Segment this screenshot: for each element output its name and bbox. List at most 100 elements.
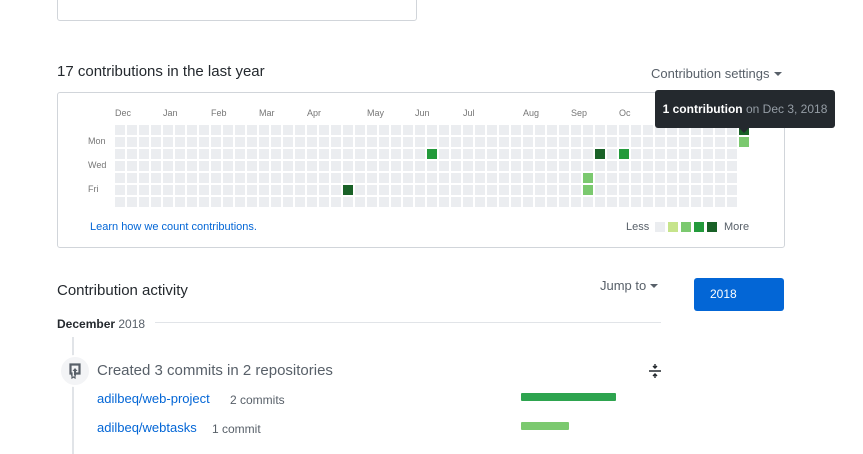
day-cell[interactable] — [163, 137, 173, 147]
day-cell[interactable] — [691, 173, 701, 183]
day-cell[interactable] — [667, 197, 677, 207]
day-cell[interactable] — [547, 137, 557, 147]
day-cell[interactable] — [451, 197, 461, 207]
day-cell[interactable] — [343, 185, 353, 195]
day-cell[interactable] — [151, 185, 161, 195]
day-cell[interactable] — [151, 197, 161, 207]
day-cell[interactable] — [235, 137, 245, 147]
day-cell[interactable] — [307, 161, 317, 171]
day-cell[interactable] — [319, 137, 329, 147]
day-cell[interactable] — [151, 125, 161, 135]
day-cell[interactable] — [379, 185, 389, 195]
day-cell[interactable] — [367, 197, 377, 207]
day-cell[interactable] — [727, 137, 737, 147]
day-cell[interactable] — [487, 173, 497, 183]
day-cell[interactable] — [187, 149, 197, 159]
day-cell[interactable] — [127, 173, 137, 183]
day-cell[interactable] — [271, 125, 281, 135]
day-cell[interactable] — [427, 185, 437, 195]
day-cell[interactable] — [559, 149, 569, 159]
day-cell[interactable] — [175, 173, 185, 183]
day-cell[interactable] — [703, 185, 713, 195]
day-cell[interactable] — [235, 197, 245, 207]
day-cell[interactable] — [499, 197, 509, 207]
day-cell[interactable] — [535, 125, 545, 135]
day-cell[interactable] — [655, 149, 665, 159]
day-cell[interactable] — [271, 197, 281, 207]
day-cell[interactable] — [691, 161, 701, 171]
day-cell[interactable] — [583, 173, 593, 183]
day-cell[interactable] — [655, 185, 665, 195]
day-cell[interactable] — [223, 173, 233, 183]
day-cell[interactable] — [283, 161, 293, 171]
day-cell[interactable] — [211, 149, 221, 159]
day-cell[interactable] — [631, 149, 641, 159]
day-cell[interactable] — [619, 197, 629, 207]
day-cell[interactable] — [679, 173, 689, 183]
day-cell[interactable] — [631, 125, 641, 135]
day-cell[interactable] — [235, 161, 245, 171]
day-cell[interactable] — [415, 185, 425, 195]
day-cell[interactable] — [259, 185, 269, 195]
day-cell[interactable] — [271, 137, 281, 147]
day-cell[interactable] — [475, 161, 485, 171]
day-cell[interactable] — [367, 173, 377, 183]
day-cell[interactable] — [547, 161, 557, 171]
day-cell[interactable] — [487, 185, 497, 195]
day-cell[interactable] — [523, 137, 533, 147]
day-cell[interactable] — [535, 137, 545, 147]
day-cell[interactable] — [367, 185, 377, 195]
day-cell[interactable] — [175, 149, 185, 159]
day-cell[interactable] — [187, 197, 197, 207]
day-cell[interactable] — [427, 197, 437, 207]
day-cell[interactable] — [331, 137, 341, 147]
day-cell[interactable] — [175, 125, 185, 135]
day-cell[interactable] — [523, 125, 533, 135]
day-cell[interactable] — [139, 197, 149, 207]
day-cell[interactable] — [691, 149, 701, 159]
day-cell[interactable] — [367, 125, 377, 135]
day-cell[interactable] — [223, 125, 233, 135]
day-cell[interactable] — [619, 125, 629, 135]
day-cell[interactable] — [403, 161, 413, 171]
day-cell[interactable] — [487, 125, 497, 135]
day-cell[interactable] — [703, 173, 713, 183]
day-cell[interactable] — [595, 161, 605, 171]
day-cell[interactable] — [283, 185, 293, 195]
day-cell[interactable] — [379, 149, 389, 159]
day-cell[interactable] — [703, 161, 713, 171]
day-cell[interactable] — [571, 197, 581, 207]
day-cell[interactable] — [319, 185, 329, 195]
day-cell[interactable] — [403, 185, 413, 195]
day-cell[interactable] — [271, 173, 281, 183]
day-cell[interactable] — [127, 161, 137, 171]
day-cell[interactable] — [547, 173, 557, 183]
day-cell[interactable] — [331, 185, 341, 195]
day-cell[interactable] — [727, 197, 737, 207]
day-cell[interactable] — [547, 125, 557, 135]
day-cell[interactable] — [199, 173, 209, 183]
day-cell[interactable] — [631, 161, 641, 171]
day-cell[interactable] — [727, 173, 737, 183]
day-cell[interactable] — [463, 125, 473, 135]
day-cell[interactable] — [211, 173, 221, 183]
day-cell[interactable] — [595, 185, 605, 195]
day-cell[interactable] — [211, 161, 221, 171]
day-cell[interactable] — [427, 161, 437, 171]
day-cell[interactable] — [631, 137, 641, 147]
day-cell[interactable] — [151, 161, 161, 171]
day-cell[interactable] — [151, 137, 161, 147]
repo-link[interactable]: adilbeq/web-project — [97, 391, 210, 406]
day-cell[interactable] — [355, 197, 365, 207]
day-cell[interactable] — [571, 137, 581, 147]
day-cell[interactable] — [319, 149, 329, 159]
day-cell[interactable] — [295, 149, 305, 159]
day-cell[interactable] — [487, 161, 497, 171]
day-cell[interactable] — [295, 173, 305, 183]
year-2018-button[interactable]: 2018 — [694, 278, 784, 311]
day-cell[interactable] — [499, 161, 509, 171]
day-cell[interactable] — [211, 197, 221, 207]
day-cell[interactable] — [223, 197, 233, 207]
day-cell[interactable] — [715, 161, 725, 171]
day-cell[interactable] — [259, 161, 269, 171]
